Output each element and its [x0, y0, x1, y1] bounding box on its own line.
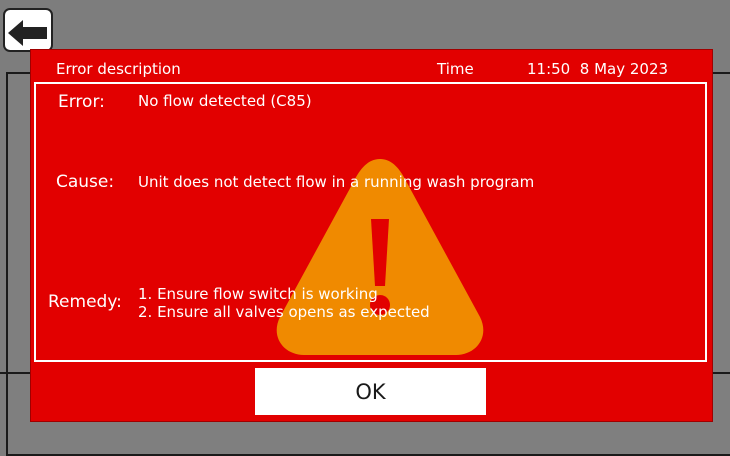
error-label: Error: [58, 92, 105, 112]
remedy-item: 1. Ensure flow switch is working [138, 285, 378, 303]
back-arrow-icon [8, 20, 47, 46]
back-button[interactable] [3, 8, 53, 52]
error-details-panel: Error: No flow detected (C85) Cause: Uni… [34, 82, 707, 362]
error-dialog: Error description Time 11:50 8 May 2023 … [31, 50, 712, 421]
cause-label: Cause: [56, 172, 115, 192]
cause-value: Unit does not detect flow in a running w… [138, 173, 535, 191]
ok-button[interactable]: OK [255, 368, 486, 415]
remedy-list: 1. Ensure flow switch is working 2. Ensu… [138, 285, 430, 321]
remedy-item: 2. Ensure all valves opens as expected [138, 303, 430, 321]
remedy-label: Remedy: [48, 292, 122, 312]
error-value: No flow detected (C85) [138, 92, 312, 110]
